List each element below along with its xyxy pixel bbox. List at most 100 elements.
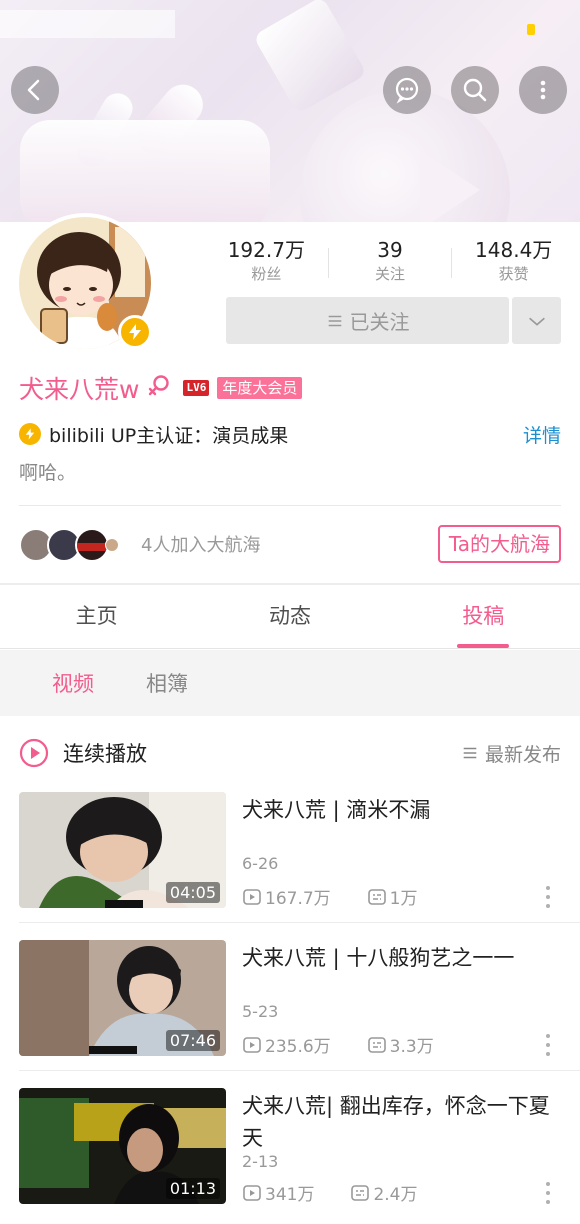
play-count-value: 235.6万: [265, 1037, 331, 1057]
video-meta: 235.6万 3.3万: [242, 1032, 470, 1057]
danmaku-count: 2.4万: [350, 1180, 418, 1205]
playlist-row: 连续播放 最新发布: [19, 730, 561, 776]
banner-decoration: [252, 0, 368, 114]
followed-button[interactable]: 已关注: [226, 297, 509, 344]
fleet-member-avatars[interactable]: [19, 526, 129, 562]
banner-decoration: [420, 150, 480, 222]
play-count-value: 167.7万: [265, 889, 331, 909]
avatar: [105, 538, 119, 552]
name-row: 犬来八荒w LV6 年度大会员: [19, 370, 303, 406]
details-link[interactable]: 详情: [523, 421, 561, 448]
message-button[interactable]: [383, 66, 431, 114]
play-count: 235.6万: [242, 1032, 331, 1057]
profile-banner: [0, 0, 580, 222]
video-title[interactable]: 犬来八荒 | 十八般狗艺之一一: [242, 942, 560, 974]
danmaku-count-value: 1万: [389, 889, 418, 909]
stat-number: 39: [377, 238, 403, 262]
follow-dropdown-button[interactable]: [512, 297, 561, 344]
divider: [19, 505, 561, 506]
subtab-albums[interactable]: 相簿: [146, 668, 188, 698]
subtab-videos[interactable]: 视频: [52, 668, 94, 698]
level-badge: LV6: [183, 380, 210, 396]
video-more-button[interactable]: [545, 1182, 551, 1204]
play-count-value: 341万: [265, 1185, 315, 1205]
divider: [19, 1070, 580, 1071]
video-duration: 07:46: [165, 1030, 220, 1051]
stat-label: 关注: [375, 265, 406, 283]
tab-uploads[interactable]: 投稿: [387, 585, 580, 648]
video-thumbnail[interactable]: 04:05: [19, 792, 226, 908]
chat-bubble-icon: [395, 77, 419, 104]
stat-likes[interactable]: 148.4万 获赞: [452, 236, 575, 288]
fleet-row: 4人加入大航海 Ta的大航海: [19, 522, 561, 566]
chevron-down-icon: [528, 317, 545, 326]
danmaku-count: 3.3万: [367, 1032, 434, 1057]
lightning-icon: [19, 423, 41, 445]
danmaku-icon: [367, 888, 386, 905]
video-thumbnail[interactable]: 07:46: [19, 940, 226, 1056]
followed-label: 已关注: [349, 310, 410, 334]
video-item[interactable]: 01:13 犬来八荒| 翻出库存，怀念一下夏天 2-13 341万 2.4万: [19, 1088, 561, 1208]
more-vertical-icon: [540, 80, 546, 100]
back-button[interactable]: [11, 66, 59, 114]
video-more-button[interactable]: [545, 1034, 551, 1056]
play-count-icon: [243, 888, 261, 905]
notification-dot: [527, 24, 535, 35]
video-item[interactable]: 07:46 犬来八荒 | 十八般狗艺之一一 5-23 235.6万 3.3万: [19, 940, 561, 1060]
vip-badge[interactable]: 年度大会员: [217, 377, 303, 399]
danmaku-count-value: 3.3万: [389, 1037, 434, 1057]
video-duration: 04:05: [165, 882, 220, 903]
sort-button[interactable]: 最新发布: [461, 740, 561, 767]
video-item[interactable]: 04:05 犬来八荒 | 滴米不漏 6-26 167.7万 1万: [19, 792, 561, 912]
search-button[interactable]: [451, 66, 499, 114]
certification-row: bilibili UP主认证：演员成果 详情: [19, 420, 561, 448]
upload-subtabs: 视频 相簿: [0, 650, 580, 716]
menu-lines-icon: [328, 315, 341, 326]
continuous-play-label[interactable]: 连续播放: [63, 738, 147, 768]
tab-home[interactable]: 主页: [0, 585, 193, 648]
play-circle-icon[interactable]: [19, 738, 49, 768]
fleet-button[interactable]: Ta的大航海: [437, 525, 561, 563]
sort-label: 最新发布: [484, 743, 561, 766]
lightning-badge-icon: [118, 315, 152, 349]
video-title[interactable]: 犬来八荒 | 滴米不漏: [242, 794, 560, 826]
play-count: 167.7万: [242, 884, 331, 909]
divider: [19, 922, 580, 923]
video-more-button[interactable]: [545, 886, 551, 908]
video-meta: 341万 2.4万: [242, 1180, 454, 1205]
bio-text: 啊哈。: [19, 462, 77, 484]
stat-number: 192.7万: [227, 238, 305, 262]
video-meta: 167.7万 1万: [242, 884, 454, 909]
more-menu-button[interactable]: [519, 66, 567, 114]
video-title[interactable]: 犬来八荒| 翻出库存，怀念一下夏天: [242, 1090, 560, 1154]
stat-label: 获赞: [498, 265, 529, 283]
fleet-count-text: 4人加入大航海: [141, 535, 261, 556]
certification-text: bilibili UP主认证：演员成果: [49, 424, 289, 447]
play-count: 341万: [242, 1180, 314, 1205]
profile-stats: 192.7万 粉丝 39 关注 148.4万 获赞: [205, 236, 575, 288]
video-date: 2-13: [242, 1152, 279, 1171]
danmaku-count: 1万: [367, 884, 418, 909]
stat-following[interactable]: 39 关注: [329, 236, 452, 288]
danmaku-icon: [351, 1184, 370, 1201]
stat-number: 148.4万: [475, 238, 553, 262]
female-gender-icon: [149, 375, 170, 396]
video-date: 6-26: [242, 854, 279, 873]
video-duration: 01:13: [165, 1178, 220, 1199]
stat-fans[interactable]: 192.7万 粉丝: [205, 236, 328, 288]
avatar: [75, 528, 109, 562]
danmaku-count-value: 2.4万: [373, 1185, 418, 1205]
username: 犬来八荒w: [19, 375, 140, 404]
tab-dynamics[interactable]: 动态: [193, 585, 386, 648]
banner-decoration: [20, 120, 270, 222]
status-bar-area: [0, 10, 175, 38]
video-thumbnail[interactable]: 01:13: [19, 1088, 226, 1204]
video-date: 5-23: [242, 1002, 279, 1021]
search-icon: [463, 78, 487, 102]
menu-lines-icon: [463, 747, 477, 759]
stat-label: 粉丝: [251, 265, 282, 283]
profile-tabs: 主页 动态 投稿: [0, 585, 580, 649]
chevron-left-icon: [27, 79, 40, 101]
play-count-icon: [243, 1036, 261, 1053]
play-count-icon: [243, 1184, 261, 1201]
